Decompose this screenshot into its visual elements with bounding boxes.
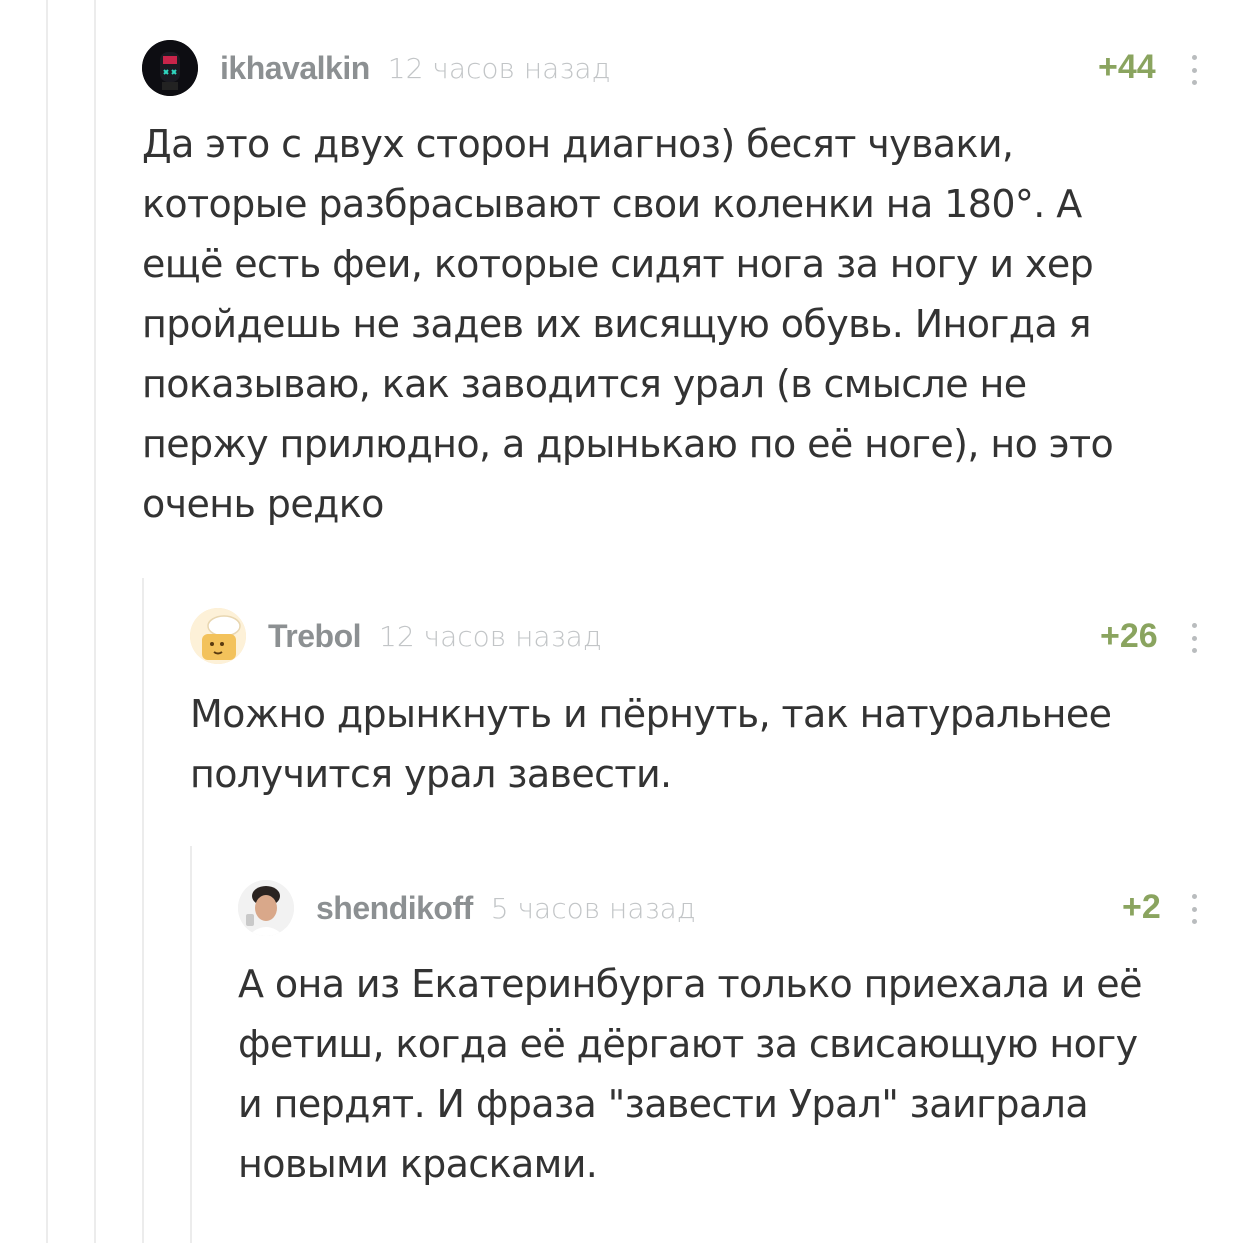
comment-header: shendikoff 5 часов назад [238, 880, 696, 936]
comment-text-line: и пердят. И фраза "завести Урал" заиграл… [238, 1082, 1089, 1126]
cartoon-avatar[interactable] [190, 608, 246, 664]
comment-text-line: получится урал завести. [190, 752, 672, 796]
comment-text-line: А она из Екатеринбурга только приехала и… [238, 962, 1142, 1006]
comment-text-line: пержу прилюдно, а дрынькаю по её ноге), … [142, 422, 1114, 466]
username[interactable]: Trebol [268, 618, 362, 655]
username[interactable]: ikhavalkin [220, 50, 370, 87]
thread-line-level-3 [142, 578, 144, 1243]
comment-header: ikhavalkin 12 часов назад [142, 40, 611, 96]
comment-text-line: пройдешь не задев их висящую обувь. Иног… [142, 302, 1091, 346]
comment-text-line: Можно дрынкнуть и пёрнуть, так натуральн… [190, 692, 1112, 736]
comment-rating: +44 [1098, 48, 1156, 86]
timestamp: 12 часов назад [379, 619, 602, 653]
comment-body: Да это с двух сторон диагноз) бесят чува… [142, 114, 1114, 534]
more-menu-icon[interactable] [1191, 623, 1197, 653]
thread-line-level-1 [46, 0, 48, 1243]
username[interactable]: shendikoff [316, 890, 473, 927]
thread-line-level-4 [190, 846, 192, 1243]
comment-body: А она из Екатеринбурга только приехала и… [238, 954, 1142, 1194]
comment-text-line: ещё есть феи, которые сидят нога за ногу… [142, 242, 1094, 286]
comment-text-line: показываю, как заводится урал (в смысле … [142, 362, 1027, 406]
comment-text-line: фетиш, когда её дёргают за свисающую ног… [238, 1022, 1138, 1066]
comment-rating: +2 [1122, 888, 1161, 926]
more-menu-icon[interactable] [1191, 55, 1197, 85]
timestamp: 12 часов назад [387, 51, 611, 85]
comment-body: Можно дрынкнуть и пёрнуть, так натуральн… [190, 684, 1112, 804]
timestamp: 5 часов назад [490, 891, 696, 925]
comment-text-line: очень редко [142, 482, 384, 526]
robot-mask-avatar[interactable] [142, 40, 198, 96]
comment-text-line: которые разбрасывают свои коленки на 180… [142, 182, 1082, 226]
comment-text-line: новыми красками. [238, 1142, 598, 1186]
thread-line-level-2 [94, 0, 96, 1243]
person-photo-avatar[interactable] [238, 880, 294, 936]
more-menu-icon[interactable] [1191, 894, 1197, 924]
comment-rating: +26 [1100, 617, 1158, 655]
comment-text-line: Да это с двух сторон диагноз) бесят чува… [142, 122, 1014, 166]
comment-header: Trebol 12 часов назад [190, 608, 602, 664]
